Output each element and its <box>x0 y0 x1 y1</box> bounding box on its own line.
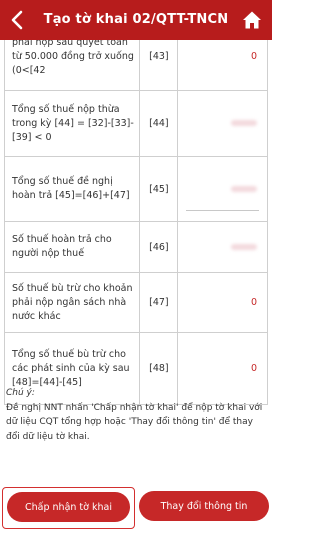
row-description: phải nộp sau quyết toán từ 50.000 đồng t… <box>3 40 141 91</box>
row-value[interactable] <box>177 90 268 157</box>
table-row: phải nộp sau quyết toán từ 50.000 đồng t… <box>3 40 268 91</box>
row-value[interactable] <box>177 221 268 273</box>
chevron-left-icon[interactable] <box>6 8 30 32</box>
table-row: Số thuế hoàn trả cho người nộp thuế [46] <box>3 221 268 273</box>
row-description: Tổng số thuế nộp thừa trong kỳ [44] = [3… <box>3 90 141 157</box>
value-text: 0 <box>250 297 257 308</box>
table-row: Số thuế bù trừ cho khoản phải nộp ngân s… <box>3 272 268 333</box>
row-code: [44] <box>139 90 179 157</box>
value-text: 0 <box>250 51 257 62</box>
tax-table: phải nộp sau quyết toán từ 50.000 đồng t… <box>3 40 268 405</box>
note-title: Chú ý: <box>6 388 35 398</box>
change-info-button[interactable]: Thay đổi thông tin <box>139 491 269 521</box>
masked-value <box>231 185 257 192</box>
value-text: 0 <box>250 363 257 374</box>
row-description: Số thuế hoàn trả cho người nộp thuế <box>3 221 141 273</box>
row-description: Số thuế bù trừ cho khoản phải nộp ngân s… <box>3 272 141 333</box>
note-block: Chú ý: Đề nghị NNT nhấn 'Chấp nhận tờ kh… <box>6 386 268 444</box>
row-value[interactable]: 0 <box>177 272 268 333</box>
accept-button-focus: Chấp nhận tờ khai <box>2 487 135 529</box>
row-code: [45] <box>139 156 179 222</box>
accept-declaration-button[interactable]: Chấp nhận tờ khai <box>7 492 130 522</box>
row-code: [47] <box>139 272 179 333</box>
row-description: Tổng số thuế đề nghị hoàn trả [45]=[46]+… <box>3 156 141 222</box>
input-underline <box>186 210 259 211</box>
action-footer: Chấp nhận tờ khai Thay đổi thông tin <box>0 481 272 539</box>
app-header: Tạo tờ khai 02/QTT-TNCN <box>0 0 272 40</box>
table-row: Tổng số thuế đề nghị hoàn trả [45]=[46]+… <box>3 156 268 222</box>
row-value[interactable] <box>177 156 268 222</box>
row-code: [46] <box>139 221 179 273</box>
masked-value <box>231 120 257 126</box>
home-icon[interactable] <box>240 8 264 32</box>
row-code: [43] <box>139 40 179 91</box>
row-value[interactable]: 0 <box>177 40 268 91</box>
note-text: Đề nghị NNT nhấn 'Chấp nhận tờ khai' để … <box>6 402 263 442</box>
page-title: Tạo tờ khai 02/QTT-TNCN <box>43 12 229 27</box>
table-row: Tổng số thuế nộp thừa trong kỳ [44] = [3… <box>3 90 268 157</box>
masked-value <box>231 243 257 250</box>
